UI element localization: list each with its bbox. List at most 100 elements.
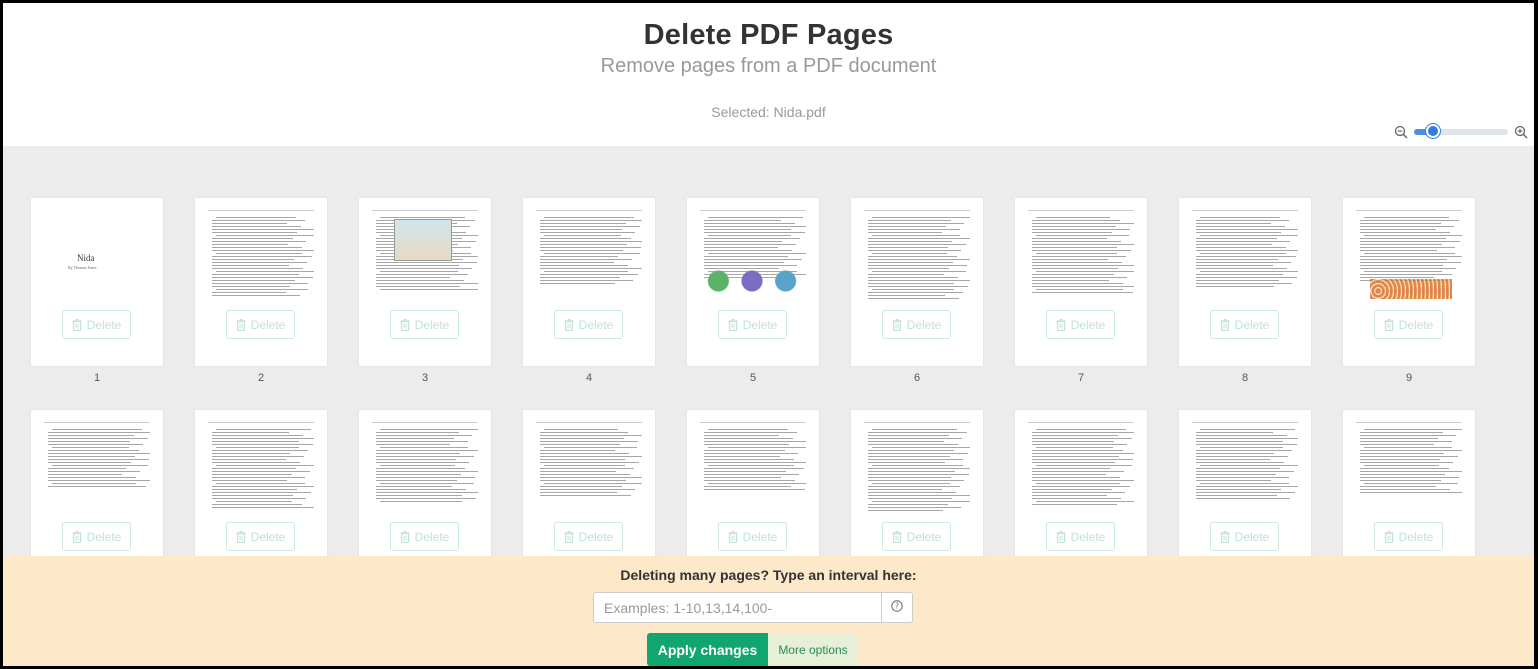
page-card[interactable]: Delete	[31, 410, 163, 578]
zoom-slider[interactable]	[1414, 124, 1508, 138]
delete-page-button[interactable]: Delete	[226, 310, 295, 339]
page-thumbnail	[44, 422, 150, 522]
trash-icon	[236, 530, 246, 543]
page-number: 9	[1405, 372, 1413, 384]
page-number: 8	[1241, 372, 1249, 384]
cover-author: By Thomas Jones	[68, 265, 97, 270]
page-thumbnail	[1028, 210, 1134, 310]
delete-page-label: Delete	[86, 317, 122, 332]
page-thumbnail	[700, 422, 806, 522]
page-card[interactable]: Delete	[523, 410, 655, 578]
zoom-slider-handle[interactable]	[1425, 124, 1440, 138]
delete-page-label: Delete	[906, 317, 942, 332]
delete-page-button[interactable]: Delete	[1374, 522, 1443, 551]
page-figure	[1370, 279, 1452, 299]
delete-page-label: Delete	[578, 317, 614, 332]
trash-icon	[400, 318, 410, 331]
trash-icon	[564, 318, 574, 331]
page-card[interactable]: Delete	[359, 410, 491, 578]
delete-page-button[interactable]: Delete	[1374, 310, 1443, 339]
page-card[interactable]: Delete	[1343, 198, 1475, 366]
page-card[interactable]: Delete	[1179, 198, 1311, 366]
trash-icon	[1384, 318, 1394, 331]
page-card[interactable]: Delete	[1015, 198, 1147, 366]
delete-page-button[interactable]: Delete	[226, 522, 295, 551]
page-card[interactable]: Delete	[523, 198, 655, 366]
delete-page-label: Delete	[1398, 529, 1434, 544]
cover-title: Nida	[77, 253, 95, 263]
page-thumbnail	[372, 422, 478, 522]
apply-changes-button[interactable]: Apply changes	[647, 633, 768, 666]
zoom-in-icon[interactable]	[1514, 125, 1528, 139]
page-thumbnail	[1192, 422, 1298, 522]
page-card[interactable]: Delete	[687, 198, 819, 366]
trash-icon	[1056, 318, 1066, 331]
page-thumbnail: Nida By Thomas Jones	[44, 210, 150, 310]
page-card[interactable]: Nida By Thomas Jones Delete	[31, 198, 163, 366]
delete-page-button[interactable]: Delete	[1210, 310, 1279, 339]
page-number: 4	[585, 372, 593, 384]
page-thumbnail	[864, 422, 970, 522]
page-thumbnail	[208, 210, 314, 310]
page-card[interactable]: Delete	[851, 410, 983, 578]
delete-page-button[interactable]: Delete	[554, 522, 623, 551]
delete-page-button[interactable]: Delete	[1210, 522, 1279, 551]
page-card[interactable]: Delete	[687, 410, 819, 578]
page-thumbnail	[864, 210, 970, 310]
page-number: 2	[257, 372, 265, 384]
delete-page-button[interactable]: Delete	[554, 310, 623, 339]
delete-page-label: Delete	[1234, 529, 1270, 544]
trash-icon	[236, 318, 246, 331]
delete-page-label: Delete	[414, 317, 450, 332]
delete-page-label: Delete	[1234, 317, 1270, 332]
page-number: 7	[1077, 372, 1085, 384]
page-thumbnail	[536, 210, 642, 310]
app-window: Delete PDF Pages Remove pages from a PDF…	[3, 3, 1534, 666]
page-card[interactable]: Delete	[1343, 410, 1475, 578]
delete-page-label: Delete	[906, 529, 942, 544]
delete-page-button[interactable]: Delete	[718, 310, 787, 339]
page-thumbnail	[1028, 422, 1134, 522]
trash-icon	[728, 318, 738, 331]
interval-label: Deleting many pages? Type an interval he…	[620, 567, 917, 583]
trash-icon	[892, 318, 902, 331]
page-number: 1	[93, 372, 101, 384]
interval-help-button[interactable]: ?	[881, 592, 913, 623]
trash-icon	[72, 318, 82, 331]
page-thumbnail	[372, 210, 478, 310]
delete-page-button[interactable]: Delete	[1046, 310, 1115, 339]
delete-page-button[interactable]: Delete	[390, 522, 459, 551]
interval-input[interactable]	[593, 592, 882, 623]
delete-page-button[interactable]: Delete	[718, 522, 787, 551]
delete-page-button[interactable]: Delete	[882, 522, 951, 551]
delete-page-button[interactable]: Delete	[882, 310, 951, 339]
page-card[interactable]: Delete	[195, 198, 327, 366]
interval-bar: Deleting many pages? Type an interval he…	[3, 556, 1534, 666]
delete-page-button[interactable]: Delete	[1046, 522, 1115, 551]
page-card[interactable]: Delete	[1179, 410, 1311, 578]
page-card[interactable]: Delete	[195, 410, 327, 578]
page-number: 5	[749, 372, 757, 384]
page-number: 6	[913, 372, 921, 384]
page-subtitle: Remove pages from a PDF document	[600, 55, 937, 77]
delete-page-button[interactable]: Delete	[62, 522, 131, 551]
page-thumbnail	[208, 422, 314, 522]
delete-page-button[interactable]: Delete	[62, 310, 131, 339]
page-figure	[394, 219, 452, 261]
delete-page-button[interactable]: Delete	[390, 310, 459, 339]
trash-icon	[564, 530, 574, 543]
page-thumbnail	[1192, 210, 1298, 310]
page-card[interactable]: Delete	[1015, 410, 1147, 578]
page-header: Delete PDF Pages Remove pages from a PDF…	[3, 3, 1534, 146]
trash-icon	[1384, 530, 1394, 543]
page-card[interactable]: Delete	[851, 198, 983, 366]
page-title: Delete PDF Pages	[643, 19, 894, 51]
page-card[interactable]: Delete	[359, 198, 491, 366]
delete-page-label: Delete	[414, 529, 450, 544]
more-options-button[interactable]: More options	[768, 633, 858, 666]
zoom-out-icon[interactable]	[1394, 125, 1408, 139]
trash-icon	[1220, 318, 1230, 331]
delete-page-label: Delete	[250, 317, 286, 332]
selected-file-label: Selected: Nida.pdf	[711, 104, 826, 120]
trash-icon	[892, 530, 902, 543]
